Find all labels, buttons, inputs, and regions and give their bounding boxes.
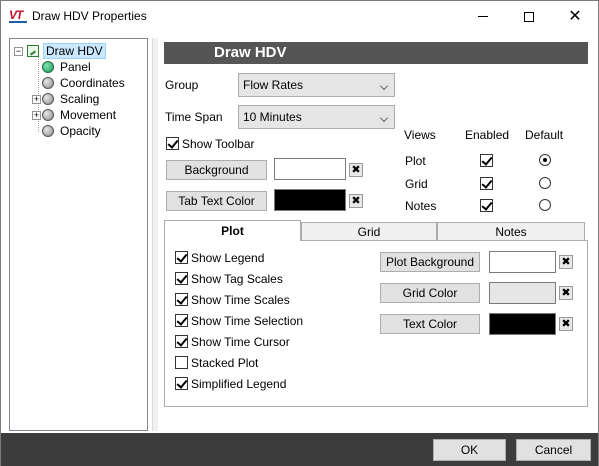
plot-default-radio[interactable] <box>539 154 551 166</box>
tree-item-panel[interactable]: Panel <box>42 59 93 75</box>
chevron-down-icon <box>380 82 388 90</box>
properties-dialog: VT Draw HDV Properties ✕ − Draw HDV Pane… <box>0 0 599 466</box>
tree-label: Opacity <box>60 124 101 138</box>
tab-text-color-button[interactable]: Tab Text Color <box>166 191 267 211</box>
cancel-button[interactable]: Cancel <box>516 439 591 461</box>
grid-color-button[interactable]: Grid Color <box>380 283 480 303</box>
option-label: Show Tag Scales <box>191 272 283 286</box>
pane-splitter[interactable] <box>152 38 158 431</box>
dialog-footer <box>1 433 598 466</box>
view-row-label: Notes <box>405 199 437 213</box>
plot-background-button[interactable]: Plot Background <box>380 252 480 272</box>
timespan-select[interactable]: 10 Minutes <box>238 105 395 129</box>
tree-label: Scaling <box>60 92 100 106</box>
chevron-down-icon <box>380 114 388 122</box>
group-value: Flow Rates <box>243 78 304 92</box>
views-header: Views <box>404 128 436 142</box>
tree-label: Panel <box>60 60 91 74</box>
notes-enabled-checkbox[interactable] <box>480 199 493 212</box>
grid-enabled-checkbox[interactable] <box>480 177 493 190</box>
show-time-selection-checkbox[interactable] <box>175 314 188 327</box>
section-header: Draw HDV <box>164 42 588 64</box>
tab-text-color-swatch[interactable] <box>274 189 346 211</box>
grid-default-radio[interactable] <box>539 177 551 189</box>
group-label: Group <box>165 78 199 92</box>
tab-grid[interactable]: Grid <box>301 222 437 241</box>
expand-icon[interactable]: + <box>32 94 41 104</box>
ok-button[interactable]: OK <box>433 439 506 461</box>
plot-background-swatch[interactable] <box>489 251 556 273</box>
tree-label: Movement <box>60 108 117 122</box>
show-legend-checkbox[interactable] <box>175 251 188 264</box>
stacked-plot-checkbox[interactable] <box>175 356 188 369</box>
background-button[interactable]: Background <box>166 160 267 180</box>
tree-item-draw-hdv[interactable]: − Draw HDV <box>14 43 106 59</box>
background-color-swatch[interactable] <box>274 158 346 180</box>
tree-label: Draw HDV <box>43 43 106 59</box>
section-title: Draw HDV <box>214 44 287 61</box>
minimize-icon <box>478 16 488 17</box>
status-dot-icon <box>42 93 54 105</box>
show-time-scales-checkbox[interactable] <box>175 293 188 306</box>
show-toolbar-checkbox[interactable] <box>166 137 179 150</box>
option-label: Show Time Cursor <box>191 335 290 349</box>
plot-enabled-checkbox[interactable] <box>480 154 493 167</box>
text-color-button[interactable]: Text Color <box>380 314 480 334</box>
view-row-label: Grid <box>405 177 428 191</box>
property-tree[interactable]: − Draw HDV Panel Coordinates + Scaling +… <box>9 38 148 431</box>
grid-color-swatch[interactable] <box>489 282 556 304</box>
clear-text-color-icon[interactable]: ✖ <box>559 317 573 331</box>
view-row-label: Plot <box>405 154 426 168</box>
clear-grid-color-icon[interactable]: ✖ <box>559 286 573 300</box>
clear-background-icon[interactable]: ✖ <box>349 163 363 177</box>
chart-icon <box>27 45 39 57</box>
status-dot-icon <box>42 77 54 89</box>
maximize-button[interactable] <box>506 1 552 32</box>
option-label: Show Time Scales <box>191 293 290 307</box>
status-dot-icon <box>42 125 54 137</box>
close-button[interactable]: ✕ <box>552 1 598 32</box>
app-logo-icon: VT <box>9 8 29 24</box>
close-icon: ✕ <box>568 7 582 25</box>
tree-item-coordinates[interactable]: Coordinates <box>42 75 127 91</box>
default-header: Default <box>525 128 564 142</box>
tab-notes[interactable]: Notes <box>437 222 585 241</box>
show-tag-scales-checkbox[interactable] <box>175 272 188 285</box>
option-label: Stacked Plot <box>191 356 259 370</box>
minimize-button[interactable] <box>460 1 506 32</box>
title-bar[interactable]: VT Draw HDV Properties ✕ <box>1 1 598 32</box>
window-title: Draw HDV Properties <box>32 9 147 23</box>
show-toolbar-label: Show Toolbar <box>182 137 255 151</box>
group-select[interactable]: Flow Rates <box>238 73 395 97</box>
tree-item-movement[interactable]: + Movement <box>32 107 118 123</box>
collapse-icon[interactable]: − <box>14 46 23 56</box>
tab-plot[interactable]: Plot <box>164 220 301 241</box>
clear-plot-background-icon[interactable]: ✖ <box>559 255 573 269</box>
tree-item-scaling[interactable]: + Scaling <box>32 91 101 107</box>
enabled-header: Enabled <box>465 128 510 142</box>
timespan-label: Time Span <box>165 110 223 124</box>
tree-label: Coordinates <box>60 76 125 90</box>
text-color-swatch[interactable] <box>489 313 556 335</box>
timespan-value: 10 Minutes <box>243 110 302 124</box>
show-time-cursor-checkbox[interactable] <box>175 335 188 348</box>
expand-icon[interactable]: + <box>32 110 41 120</box>
option-label: Show Legend <box>191 251 265 265</box>
status-dot-icon <box>42 61 54 73</box>
maximize-icon <box>524 11 534 22</box>
notes-default-radio[interactable] <box>539 199 551 211</box>
status-dot-icon <box>42 109 54 121</box>
tree-item-opacity[interactable]: Opacity <box>42 123 103 139</box>
option-label: Show Time Selection <box>191 314 304 328</box>
option-label: Simplified Legend <box>191 377 287 391</box>
simplified-legend-checkbox[interactable] <box>175 377 188 390</box>
clear-tab-text-color-icon[interactable]: ✖ <box>349 194 363 208</box>
